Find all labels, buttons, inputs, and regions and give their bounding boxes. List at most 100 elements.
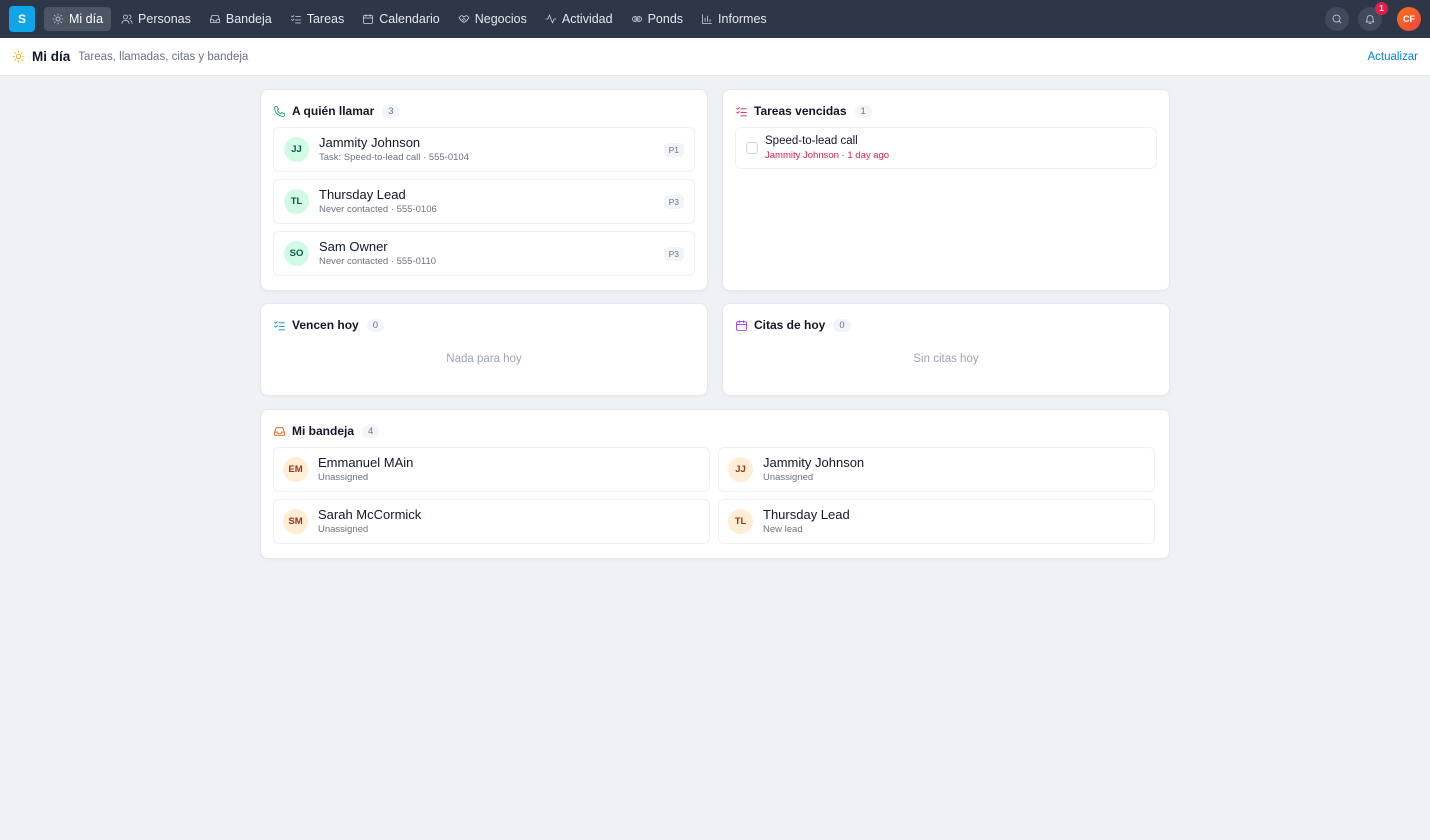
nav-label: Ponds — [647, 12, 684, 26]
appointments-card: Citas de hoy 0 Sin citas hoy — [722, 303, 1170, 396]
inbox-card: Mi bandeja 4 EM Emmanuel MAin Unassigned … — [260, 409, 1170, 559]
nav-item-mi-dia[interactable]: Mi día — [44, 7, 112, 31]
nav-label: Calendario — [379, 12, 440, 26]
task-item[interactable]: Speed-to-lead call Jammity Johnson · 1 da… — [735, 127, 1157, 169]
count-badge: 4 — [362, 424, 380, 438]
inbox-icon — [274, 426, 285, 436]
list-check-icon — [290, 15, 301, 24]
contact-name: Sarah McCormick — [318, 507, 422, 522]
top-nav: S Mi día Personas Bandeja Tareas Calenda… — [0, 0, 1430, 38]
list-check-icon — [736, 106, 747, 116]
bell-icon — [1365, 15, 1375, 24]
priority-badge: P3 — [663, 246, 684, 261]
list-check-icon — [274, 320, 285, 330]
nav-item-tareas[interactable]: Tareas — [282, 7, 353, 31]
calendar-icon — [363, 14, 374, 24]
contact-name: Thursday Lead — [319, 187, 406, 202]
inbox-item[interactable]: JJ Jammity Johnson Unassigned — [718, 447, 1155, 492]
empty-state: Sin citas hoy — [913, 353, 979, 365]
app-logo[interactable]: S — [9, 6, 35, 32]
sun-icon — [12, 50, 25, 63]
call-item[interactable]: JJ Jammity Johnson Task: Speed-to-lead ca… — [273, 127, 695, 172]
empty-state: Nada para hoy — [446, 353, 522, 365]
nav-label: Actividad — [561, 12, 613, 26]
inbox-item[interactable]: EM Emmanuel MAin Unassigned — [273, 447, 710, 492]
inbox-item[interactable]: SM Sarah McCormick Unassigned — [273, 499, 710, 544]
notifications-button[interactable]: 1 — [1358, 2, 1388, 31]
overdue-card: Tareas vencidas 1 Speed-to-lead call Jamm… — [722, 89, 1170, 291]
contact-name: Jammity Johnson — [319, 135, 421, 150]
count-badge: 0 — [833, 318, 851, 332]
nav-items: Mi día Personas Bandeja Tareas Calendari… — [44, 7, 775, 31]
avatar: JJ — [728, 457, 753, 482]
contact-name: Thursday Lead — [763, 507, 850, 522]
page-subtitle: Tareas, llamadas, citas y bandeja — [78, 50, 249, 63]
activity-icon — [545, 14, 557, 24]
sun-icon — [52, 13, 64, 25]
priority-badge: P1 — [663, 142, 684, 157]
avatar: TL — [284, 189, 309, 214]
page-title: Mi día — [32, 49, 71, 64]
nav-label: Bandeja — [225, 12, 272, 26]
nav-item-personas[interactable]: Personas — [113, 7, 199, 31]
avatar: SO — [284, 241, 309, 266]
contact-meta: Never contacted · 555-0106 — [319, 204, 437, 215]
nav-item-negocios[interactable]: Negocios — [450, 7, 535, 31]
avatar: SM — [283, 509, 308, 534]
nav-item-actividad[interactable]: Actividad — [537, 7, 621, 31]
card-title: Vencen hoy — [292, 318, 359, 332]
nav-item-ponds[interactable]: Ponds — [623, 7, 691, 31]
count-badge: 1 — [854, 104, 872, 118]
nav-label: Mi día — [69, 12, 104, 26]
call-item[interactable]: TL Thursday Lead Never contacted · 555-01… — [273, 179, 695, 224]
inbox-grid: EM Emmanuel MAin Unassigned JJ Jammity Jo… — [273, 447, 1157, 544]
card-header: A quién llamar 3 — [273, 102, 695, 120]
nav-item-bandeja[interactable]: Bandeja — [201, 7, 280, 31]
card-header: Tareas vencidas 1 — [735, 102, 1157, 120]
users-icon — [121, 14, 133, 24]
search-icon — [1332, 14, 1342, 24]
contact-meta: Unassigned — [318, 472, 369, 483]
notification-badge: 1 — [1375, 2, 1388, 15]
contact-meta: Never contacted · 555-0110 — [319, 256, 437, 267]
search-button[interactable] — [1325, 7, 1349, 31]
pond-icon — [631, 16, 642, 22]
card-title: Mi bandeja — [292, 424, 355, 438]
contact-meta: Unassigned — [318, 524, 369, 535]
card-header: Mi bandeja 4 — [273, 422, 1157, 440]
contact-meta: Unassigned — [763, 472, 814, 483]
nav-item-informes[interactable]: Informes — [693, 7, 775, 31]
nav-label: Informes — [718, 12, 767, 26]
calls-card: A quién llamar 3 JJ Jammity Johnson Task:… — [260, 89, 708, 291]
page-header: Mi día Tareas, llamadas, citas y bandeja… — [0, 38, 1430, 76]
phone-icon — [274, 105, 285, 117]
call-item[interactable]: SO Sam Owner Never contacted · 555-0110 P… — [273, 231, 695, 276]
task-checkbox[interactable] — [746, 142, 758, 154]
contact-meta: New lead — [763, 524, 803, 535]
handshake-icon — [458, 15, 470, 23]
card-title: Citas de hoy — [754, 318, 826, 332]
inbox-item[interactable]: TL Thursday Lead New lead — [718, 499, 1155, 544]
nav-item-calendario[interactable]: Calendario — [354, 7, 447, 31]
bar-chart-icon — [702, 14, 712, 24]
contact-name: Sam Owner — [319, 239, 388, 254]
contact-name: Jammity Johnson — [763, 455, 865, 470]
count-badge: 0 — [366, 318, 384, 332]
contact-meta: Task: Speed-to-lead call · 555-0104 — [319, 152, 469, 163]
due-today-card: Vencen hoy 0 Nada para hoy — [260, 303, 708, 396]
user-avatar[interactable]: CF — [1397, 7, 1421, 31]
card-title: A quién llamar — [292, 104, 375, 118]
avatar: EM — [283, 457, 308, 482]
contact-name: Emmanuel MAin — [318, 455, 414, 470]
refresh-link[interactable]: Actualizar — [1368, 51, 1419, 63]
priority-badge: P3 — [663, 194, 684, 209]
avatar: JJ — [284, 137, 309, 162]
nav-right: 1 CF — [1325, 2, 1421, 31]
nav-label: Negocios — [474, 12, 527, 26]
task-meta: Jammity Johnson · 1 day ago — [765, 150, 890, 161]
avatar: TL — [728, 509, 753, 534]
card-title: Tareas vencidas — [754, 104, 847, 118]
card-header: Citas de hoy 0 — [735, 316, 1157, 334]
inbox-icon — [209, 15, 220, 23]
card-header: Vencen hoy 0 — [273, 316, 695, 334]
